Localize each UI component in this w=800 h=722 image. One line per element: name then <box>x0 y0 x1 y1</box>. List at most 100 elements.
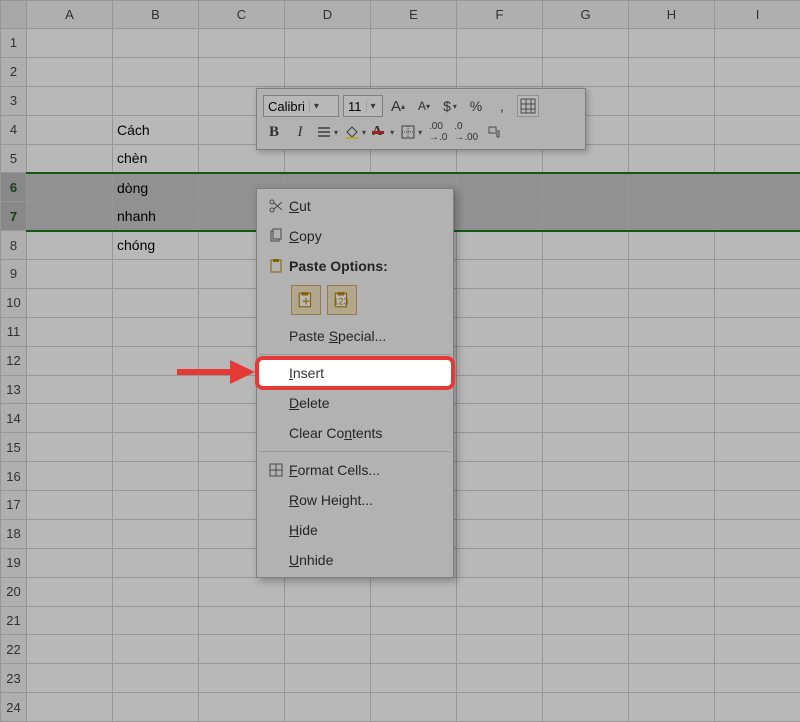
cell-A22[interactable] <box>27 635 113 664</box>
cell-H12[interactable] <box>629 346 715 375</box>
cell-G14[interactable] <box>543 404 629 433</box>
row-header-17[interactable]: 17 <box>1 491 27 520</box>
cell-D22[interactable] <box>285 635 371 664</box>
cell-A3[interactable] <box>27 86 113 115</box>
cell-H21[interactable] <box>629 606 715 635</box>
cell-B20[interactable] <box>113 577 199 606</box>
percent-format-button[interactable]: % <box>465 95 487 117</box>
cell-B11[interactable] <box>113 317 199 346</box>
cell-B6[interactable]: dòng <box>113 173 199 202</box>
cell-A14[interactable] <box>27 404 113 433</box>
menu-row-height[interactable]: Row Height... <box>257 485 453 515</box>
cell-I12[interactable] <box>715 346 800 375</box>
cell-A16[interactable] <box>27 462 113 491</box>
cell-A8[interactable] <box>27 231 113 260</box>
cell-G8[interactable] <box>543 231 629 260</box>
cell-G18[interactable] <box>543 519 629 548</box>
cell-H1[interactable] <box>629 29 715 58</box>
cell-I14[interactable] <box>715 404 800 433</box>
cell-D21[interactable] <box>285 606 371 635</box>
row-header-6[interactable]: 6 <box>1 173 27 202</box>
cell-G17[interactable] <box>543 491 629 520</box>
fill-color-button[interactable]: ▾ <box>343 121 367 143</box>
cell-C23[interactable] <box>199 664 285 693</box>
cell-A4[interactable] <box>27 115 113 144</box>
cell-B2[interactable] <box>113 57 199 86</box>
cell-I24[interactable] <box>715 693 800 722</box>
cell-G13[interactable] <box>543 375 629 404</box>
menu-copy[interactable]: Copy <box>257 221 453 251</box>
cell-B15[interactable] <box>113 433 199 462</box>
decrease-font-button[interactable]: A▾ <box>413 95 435 117</box>
cell-B5[interactable]: chèn <box>113 144 199 173</box>
cell-I10[interactable] <box>715 288 800 317</box>
increase-decimal-button[interactable]: .00→.0 <box>427 121 449 143</box>
cell-B19[interactable] <box>113 548 199 577</box>
cell-H13[interactable] <box>629 375 715 404</box>
col-header-C[interactable]: C <box>199 1 285 29</box>
row-header-14[interactable]: 14 <box>1 404 27 433</box>
cell-B17[interactable] <box>113 491 199 520</box>
cell-H24[interactable] <box>629 693 715 722</box>
cell-B18[interactable] <box>113 519 199 548</box>
cell-H8[interactable] <box>629 231 715 260</box>
cell-H20[interactable] <box>629 577 715 606</box>
menu-hide[interactable]: Hide <box>257 515 453 545</box>
paste-option-values[interactable]: 123 <box>327 285 357 315</box>
row-header-1[interactable]: 1 <box>1 29 27 58</box>
menu-unhide[interactable]: Unhide <box>257 545 453 575</box>
cell-A11[interactable] <box>27 317 113 346</box>
cell-D20[interactable] <box>285 577 371 606</box>
row-header-18[interactable]: 18 <box>1 519 27 548</box>
cell-H10[interactable] <box>629 288 715 317</box>
borders-button[interactable]: ▾ <box>399 121 423 143</box>
row-header-10[interactable]: 10 <box>1 288 27 317</box>
cell-I23[interactable] <box>715 664 800 693</box>
row-header-9[interactable]: 9 <box>1 260 27 289</box>
align-button[interactable]: ▾ <box>315 121 339 143</box>
cell-F18[interactable] <box>457 519 543 548</box>
cell-I8[interactable] <box>715 231 800 260</box>
cell-G11[interactable] <box>543 317 629 346</box>
cell-G10[interactable] <box>543 288 629 317</box>
font-color-button[interactable]: A ▾ <box>371 121 395 143</box>
cell-B10[interactable] <box>113 288 199 317</box>
cell-F6[interactable] <box>457 173 543 202</box>
cell-G12[interactable] <box>543 346 629 375</box>
cell-E24[interactable] <box>371 693 457 722</box>
row-header-20[interactable]: 20 <box>1 577 27 606</box>
cell-F16[interactable] <box>457 462 543 491</box>
cell-C22[interactable] <box>199 635 285 664</box>
cell-H6[interactable] <box>629 173 715 202</box>
cell-F21[interactable] <box>457 606 543 635</box>
cell-F9[interactable] <box>457 260 543 289</box>
cell-H23[interactable] <box>629 664 715 693</box>
col-header-E[interactable]: E <box>371 1 457 29</box>
cell-F7[interactable] <box>457 202 543 231</box>
cell-G6[interactable] <box>543 173 629 202</box>
col-header-G[interactable]: G <box>543 1 629 29</box>
bold-button[interactable]: B <box>263 121 285 143</box>
cell-I16[interactable] <box>715 462 800 491</box>
cell-F23[interactable] <box>457 664 543 693</box>
cell-F2[interactable] <box>457 57 543 86</box>
select-all-corner[interactable] <box>1 1 27 29</box>
cell-D1[interactable] <box>285 29 371 58</box>
cell-B8[interactable]: chóng <box>113 231 199 260</box>
col-header-I[interactable]: I <box>715 1 800 29</box>
cell-G23[interactable] <box>543 664 629 693</box>
cell-H18[interactable] <box>629 519 715 548</box>
cell-A10[interactable] <box>27 288 113 317</box>
cell-F15[interactable] <box>457 433 543 462</box>
increase-font-button[interactable]: A▴ <box>387 95 409 117</box>
cell-H14[interactable] <box>629 404 715 433</box>
cell-H4[interactable] <box>629 115 715 144</box>
row-header-16[interactable]: 16 <box>1 462 27 491</box>
cell-F12[interactable] <box>457 346 543 375</box>
accounting-format-button[interactable]: $▾ <box>439 95 461 117</box>
cell-F8[interactable] <box>457 231 543 260</box>
row-header-13[interactable]: 13 <box>1 375 27 404</box>
cell-I7[interactable] <box>715 202 800 231</box>
cell-B7[interactable]: nhanh <box>113 202 199 231</box>
format-painter-brush-button[interactable] <box>483 121 505 143</box>
